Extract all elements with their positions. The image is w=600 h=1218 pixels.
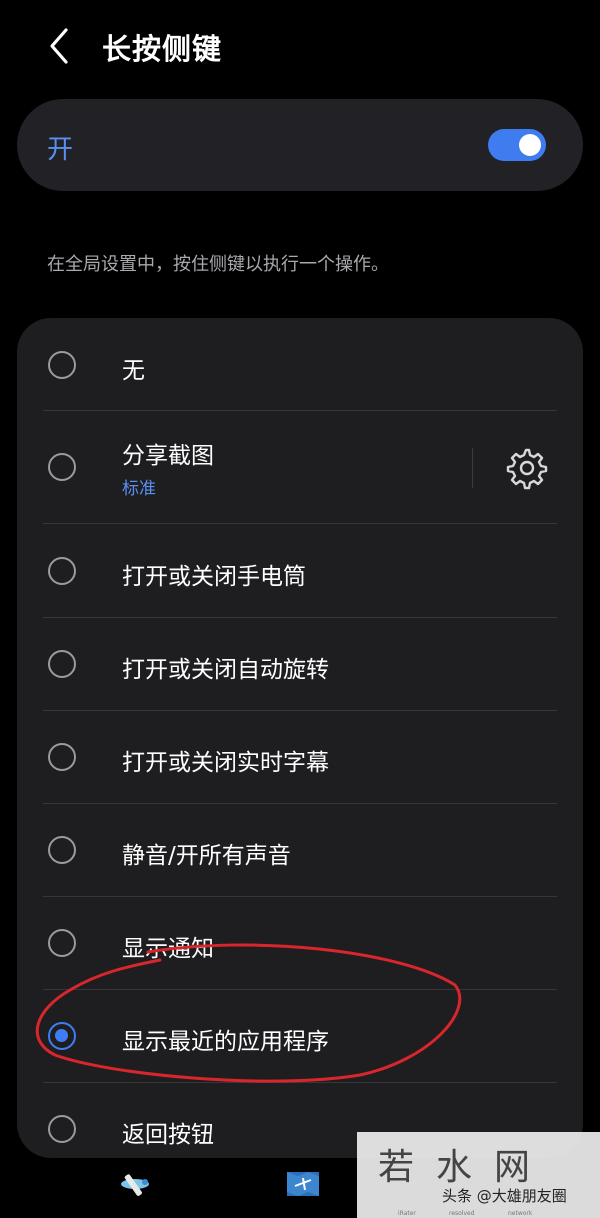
- map-airplane-icon[interactable]: [285, 1168, 321, 1200]
- chevron-left-icon[interactable]: [40, 24, 80, 68]
- radio-button[interactable]: [48, 1115, 76, 1143]
- option-label: 静音/开所有声音: [122, 843, 291, 869]
- radio-button[interactable]: [48, 836, 76, 864]
- description-text: 在全局设置中，按住侧键以执行一个操作。: [47, 254, 389, 275]
- page-title: 长按侧键: [102, 32, 223, 66]
- master-switch-label: 开: [47, 135, 74, 165]
- option-label: 分享截图: [122, 443, 214, 469]
- radio-button[interactable]: [48, 929, 76, 957]
- master-toggle[interactable]: [488, 129, 546, 161]
- master-switch-row[interactable]: 开: [17, 99, 583, 191]
- option-show-notifications[interactable]: 显示通知: [17, 897, 583, 989]
- watermark-tiny-text: iRater: [398, 1210, 416, 1217]
- watermark-credit: 头条 @大雄朋友圈: [442, 1187, 567, 1205]
- watermark-title: 若水网: [378, 1147, 553, 1188]
- radio-button[interactable]: [48, 351, 76, 379]
- airplane-icon[interactable]: [118, 1166, 152, 1200]
- option-label: 无: [122, 358, 145, 384]
- option-sublabel: 标准: [122, 479, 156, 499]
- option-label: 返回按钮: [122, 1122, 214, 1148]
- option-none[interactable]: 无: [17, 318, 583, 410]
- option-flashlight[interactable]: 打开或关闭手电筒: [17, 524, 583, 617]
- option-label: 显示最近的应用程序: [122, 1029, 329, 1055]
- option-label: 显示通知: [122, 936, 214, 962]
- options-card: 无 分享截图 标准 打开或关闭手电筒 打开或关闭自动旋转 打开或关闭实时字幕 静…: [17, 318, 583, 1158]
- option-auto-rotate[interactable]: 打开或关闭自动旋转: [17, 618, 583, 710]
- radio-button[interactable]: [48, 650, 76, 678]
- option-label: 打开或关闭自动旋转: [122, 657, 329, 683]
- radio-button[interactable]: [48, 557, 76, 585]
- vertical-divider: [472, 448, 473, 488]
- watermark-tiny-text: network: [508, 1210, 533, 1217]
- option-label: 打开或关闭手电筒: [122, 564, 306, 590]
- gear-icon[interactable]: [504, 446, 548, 490]
- radio-button[interactable]: [48, 453, 76, 481]
- option-label: 打开或关闭实时字幕: [122, 750, 329, 776]
- radio-button-selected[interactable]: [48, 1022, 76, 1050]
- option-mute[interactable]: 静音/开所有声音: [17, 804, 583, 896]
- radio-button[interactable]: [48, 743, 76, 771]
- toggle-knob: [519, 134, 541, 156]
- header: 长按侧键: [0, 0, 600, 96]
- option-share-screenshot[interactable]: 分享截图 标准: [17, 411, 583, 523]
- option-live-caption[interactable]: 打开或关闭实时字幕: [17, 711, 583, 803]
- watermark-tiny-text: resolved: [449, 1210, 475, 1217]
- option-recent-apps[interactable]: 显示最近的应用程序: [17, 990, 583, 1082]
